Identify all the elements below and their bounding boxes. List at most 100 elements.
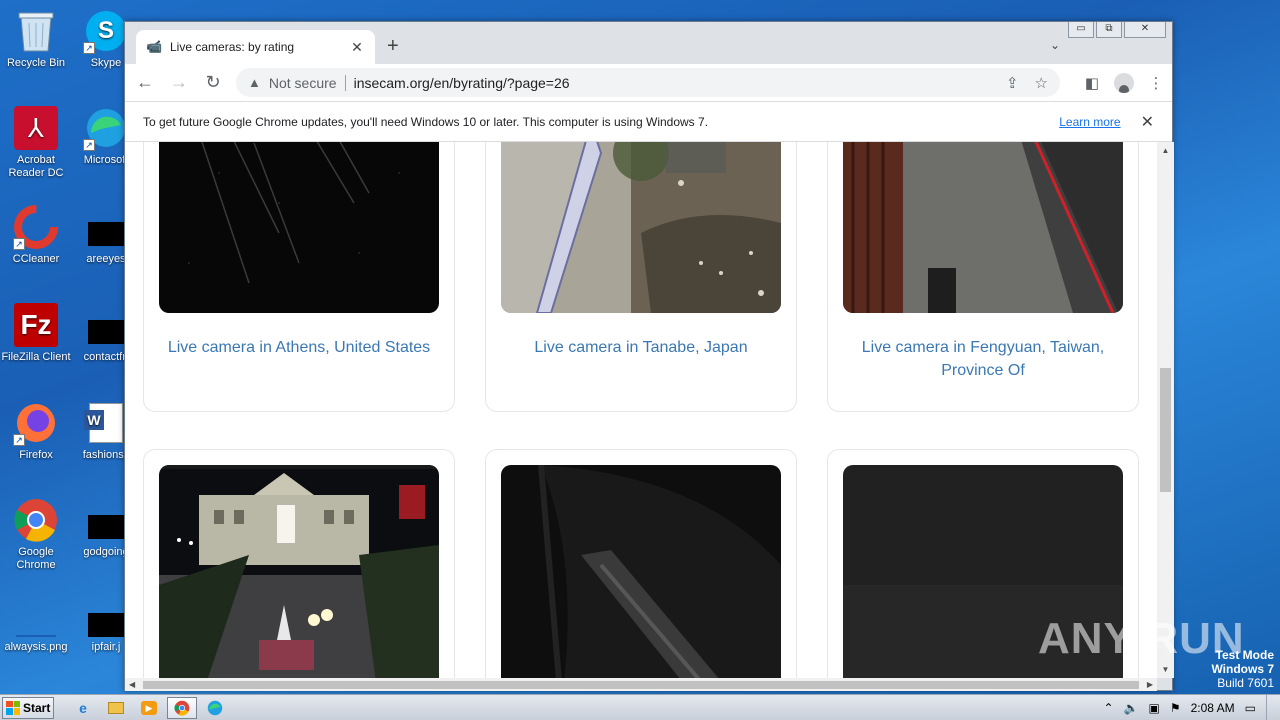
display-icon[interactable]: ▭ [1245,701,1256,715]
desktop-icon-label: Firefox [19,449,53,461]
restore-button[interactable]: ⧉ [1096,22,1122,38]
bookmark-star-icon[interactable]: ☆ [1035,74,1048,92]
scroll-left-arrow-icon[interactable]: ◀ [129,678,135,691]
shortcut-arrow-icon: ↗ [13,238,25,250]
horizontal-scroll-thumb[interactable] [143,681,1139,689]
watermark-line3: Build 7601 [1217,676,1274,690]
tray-expand-icon[interactable]: ⌃ [1104,701,1114,715]
explorer-icon[interactable] [101,697,131,719]
tab-close-icon[interactable]: ✕ [349,39,365,56]
tab-live-cameras[interactable]: 📹 Live cameras: by rating ✕ [136,30,375,64]
camera-caption-link[interactable]: Live camera in Fengyuan, Taiwan, Provinc… [838,336,1128,382]
skype-icon: S ↗ [83,8,129,54]
camera-thumbnail[interactable] [843,142,1123,313]
infobar-close-icon[interactable]: ✕ [1141,112,1154,132]
shortcut-arrow-icon: ↗ [13,434,25,446]
menu-kebab-icon[interactable]: ⋮ [1140,68,1172,97]
vertical-scroll-thumb[interactable] [1160,368,1171,492]
start-button[interactable]: Start [2,696,54,719]
desktop-icon-filezilla[interactable]: Fz FileZilla Client [0,302,72,364]
desktop-icon-acrobat[interactable]: ⅄ Acrobat Reader DC [0,105,72,180]
address-bar[interactable]: ▲ Not secure insecam.org/en/byrating/?pa… [236,68,1060,97]
side-panel-icon[interactable]: ◧ [1076,68,1108,97]
learn-more-link[interactable]: Learn more [1059,115,1120,129]
town-square-night-image [159,465,439,678]
windows-flag-icon [6,700,20,715]
filezilla-icon: Fz [13,302,59,348]
camera-caption-link[interactable]: Live camera in Tanabe, Japan [496,336,786,359]
file-icon [83,497,129,543]
volume-icon[interactable]: 🔈 [1124,701,1139,715]
street-curb-image [843,142,1123,313]
camera-card[interactable] [143,449,455,678]
edge-taskbar-icon[interactable] [200,697,230,719]
tab-search-chevron-icon[interactable]: ⌄ [1050,38,1060,52]
camera-card[interactable] [485,449,797,678]
desktop-icon-label: Recycle Bin [6,57,66,69]
camera-card[interactable]: Live camera in Fengyuan, Taiwan, Provinc… [827,142,1139,412]
forward-arrow-icon[interactable]: → [165,69,193,97]
desktop-icon-chrome[interactable]: Google Chrome [0,497,72,572]
camera-card[interactable]: Live camera in Athens, United States [143,142,455,412]
clock[interactable]: 2:08 AM [1191,701,1235,715]
page-viewport: Live camera in Athens, United States Liv… [125,142,1157,678]
desktop-icon-label: CCleaner [12,253,60,265]
horizontal-scrollbar[interactable]: ◀ ▶ [125,678,1157,691]
browser-toolbar: ← → ↻ ▲ Not secure insecam.org/en/byrati… [125,64,1172,101]
desktop-icon-label: alwaysis.png [4,641,68,653]
camera-thumbnail[interactable] [159,465,439,678]
minimize-button[interactable]: ▭ [1068,22,1094,38]
file-icon [83,604,129,638]
share-icon[interactable]: ⇪ [1006,74,1019,92]
recycle-bin-icon [13,8,59,54]
back-arrow-icon[interactable]: ← [131,69,159,97]
system-tray: ⌃ 🔈 ▣ ⚑ 2:08 AM ▭ [1104,695,1280,720]
chrome-taskbar-icon[interactable] [167,696,197,719]
security-label[interactable]: Not secure [269,75,337,91]
action-center-flag-icon[interactable]: ⚑ [1170,701,1181,715]
watermark-line2: Windows 7 [1211,662,1274,676]
acrobat-icon: ⅄ [13,105,59,151]
new-tab-button[interactable]: + [387,35,399,57]
ccleaner-icon: ↗ [13,204,59,250]
media-player-icon[interactable]: ▶ [134,697,164,719]
dark-dome-image [501,465,781,678]
reload-icon[interactable]: ↻ [199,69,227,97]
taskbar: Start e ▶ ⌃ 🔈 ▣ ⚑ 2:08 AM ▭ [0,694,1280,720]
file-icon [83,302,129,348]
word-icon: W [83,400,129,446]
window-controls: ▭ ⧉ ✕ [1066,22,1166,38]
scroll-up-arrow-icon[interactable]: ▲ [1157,142,1174,159]
desktop-icon-ccleaner[interactable]: ↗ CCleaner [0,204,72,266]
profile-icon [1114,72,1134,93]
camera-caption-link[interactable]: Live camera in Athens, United States [154,336,444,359]
river-wall-image [501,142,781,313]
desktop-icon-alwaysis[interactable]: alwaysis.png [0,604,72,654]
chrome-icon [13,497,59,543]
toolbar-right: ◧ ⋮ [1076,68,1172,97]
url-text[interactable]: insecam.org/en/byrating/?page=26 [354,75,990,91]
omnibox-divider [344,74,346,91]
camera-thumbnail[interactable] [501,465,781,678]
warning-triangle-icon: ▲ [248,75,261,90]
start-label: Start [23,700,51,715]
desktop-icon-recycle-bin[interactable]: Recycle Bin [0,8,72,70]
desktop-icon-label: Acrobat Reader DC [8,154,64,179]
infobar-message: To get future Google Chrome updates, you… [143,114,709,129]
scroll-right-arrow-icon[interactable]: ▶ [1147,678,1153,691]
vertical-scrollbar[interactable]: ▲ ▼ [1157,142,1174,678]
camera-thumbnail[interactable] [159,142,439,313]
shortcut-arrow-icon: ↗ [83,139,95,151]
browser-window: 📹 Live cameras: by rating ✕ + ⌄ ▭ ⧉ ✕ ← … [124,21,1174,691]
desktop-icon-firefox[interactable]: ↗ Firefox [0,400,72,462]
profile-avatar[interactable] [1108,68,1140,97]
shortcut-arrow-icon: ↗ [83,42,95,54]
camera-card[interactable]: Live camera in Tanabe, Japan [485,142,797,412]
firefox-icon: ↗ [13,400,59,446]
show-desktop-button[interactable] [1266,695,1280,720]
ie-icon[interactable]: e [68,697,98,719]
camera-thumbnail[interactable] [501,142,781,313]
network-icon[interactable]: ▣ [1149,701,1160,715]
dark-road-image [159,142,439,313]
close-window-button[interactable]: ✕ [1124,22,1166,38]
